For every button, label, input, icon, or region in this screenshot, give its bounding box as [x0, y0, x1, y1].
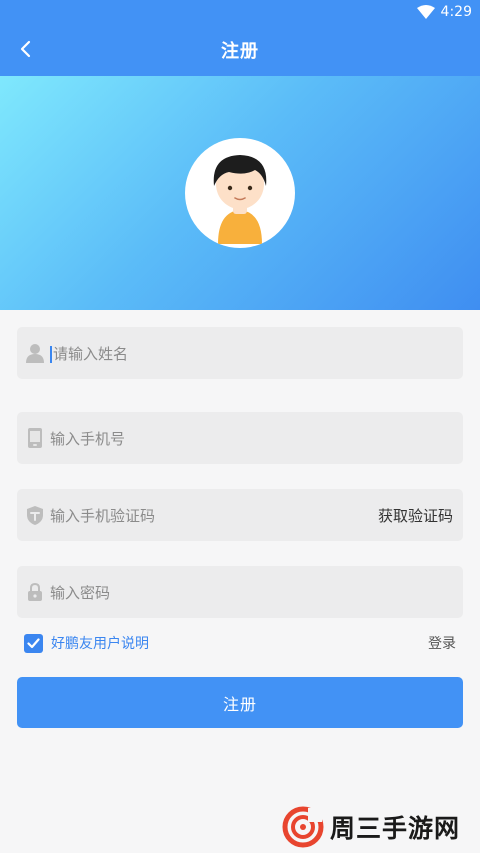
code-field[interactable]: 输入手机验证码 获取验证码	[17, 489, 463, 541]
avatar[interactable]	[185, 138, 295, 248]
phone-field[interactable]: 输入手机号	[17, 412, 463, 464]
agreement-row: 好鹏友用户说明 登录	[24, 630, 460, 656]
phone-input[interactable]: 输入手机号	[50, 428, 463, 449]
watermark-logo-icon	[282, 806, 324, 848]
avatar-boy-icon	[213, 155, 267, 244]
wifi-icon	[416, 5, 435, 19]
chevron-left-icon	[20, 40, 31, 58]
login-link[interactable]: 登录	[428, 633, 456, 653]
status-bar: 4:29	[0, 0, 480, 24]
page-title: 注册	[221, 41, 259, 62]
password-input[interactable]: 输入密码	[50, 582, 463, 603]
register-button[interactable]: 注册	[17, 677, 463, 728]
watermark: 周三手游网	[282, 802, 460, 852]
name-input[interactable]: 请输入姓名	[53, 345, 128, 363]
title-bar: 注册	[0, 24, 480, 76]
text-cursor	[50, 345, 52, 363]
password-field[interactable]: 输入密码	[17, 566, 463, 618]
back-button[interactable]	[14, 38, 36, 60]
phone-icon	[24, 427, 46, 449]
lock-icon	[24, 581, 46, 603]
watermark-text: 周三手游网	[330, 814, 461, 843]
shield-icon	[24, 504, 46, 526]
agreement-checkbox[interactable]	[24, 633, 43, 653]
status-time: 4:29	[440, 4, 472, 20]
check-icon	[27, 637, 40, 648]
get-code-button[interactable]: 获取验证码	[378, 505, 453, 526]
name-field[interactable]: 请输入姓名	[17, 327, 463, 379]
code-input[interactable]: 输入手机验证码	[50, 505, 378, 526]
user-icon	[24, 342, 46, 364]
agreement-link[interactable]: 好鹏友用户说明	[51, 633, 149, 653]
